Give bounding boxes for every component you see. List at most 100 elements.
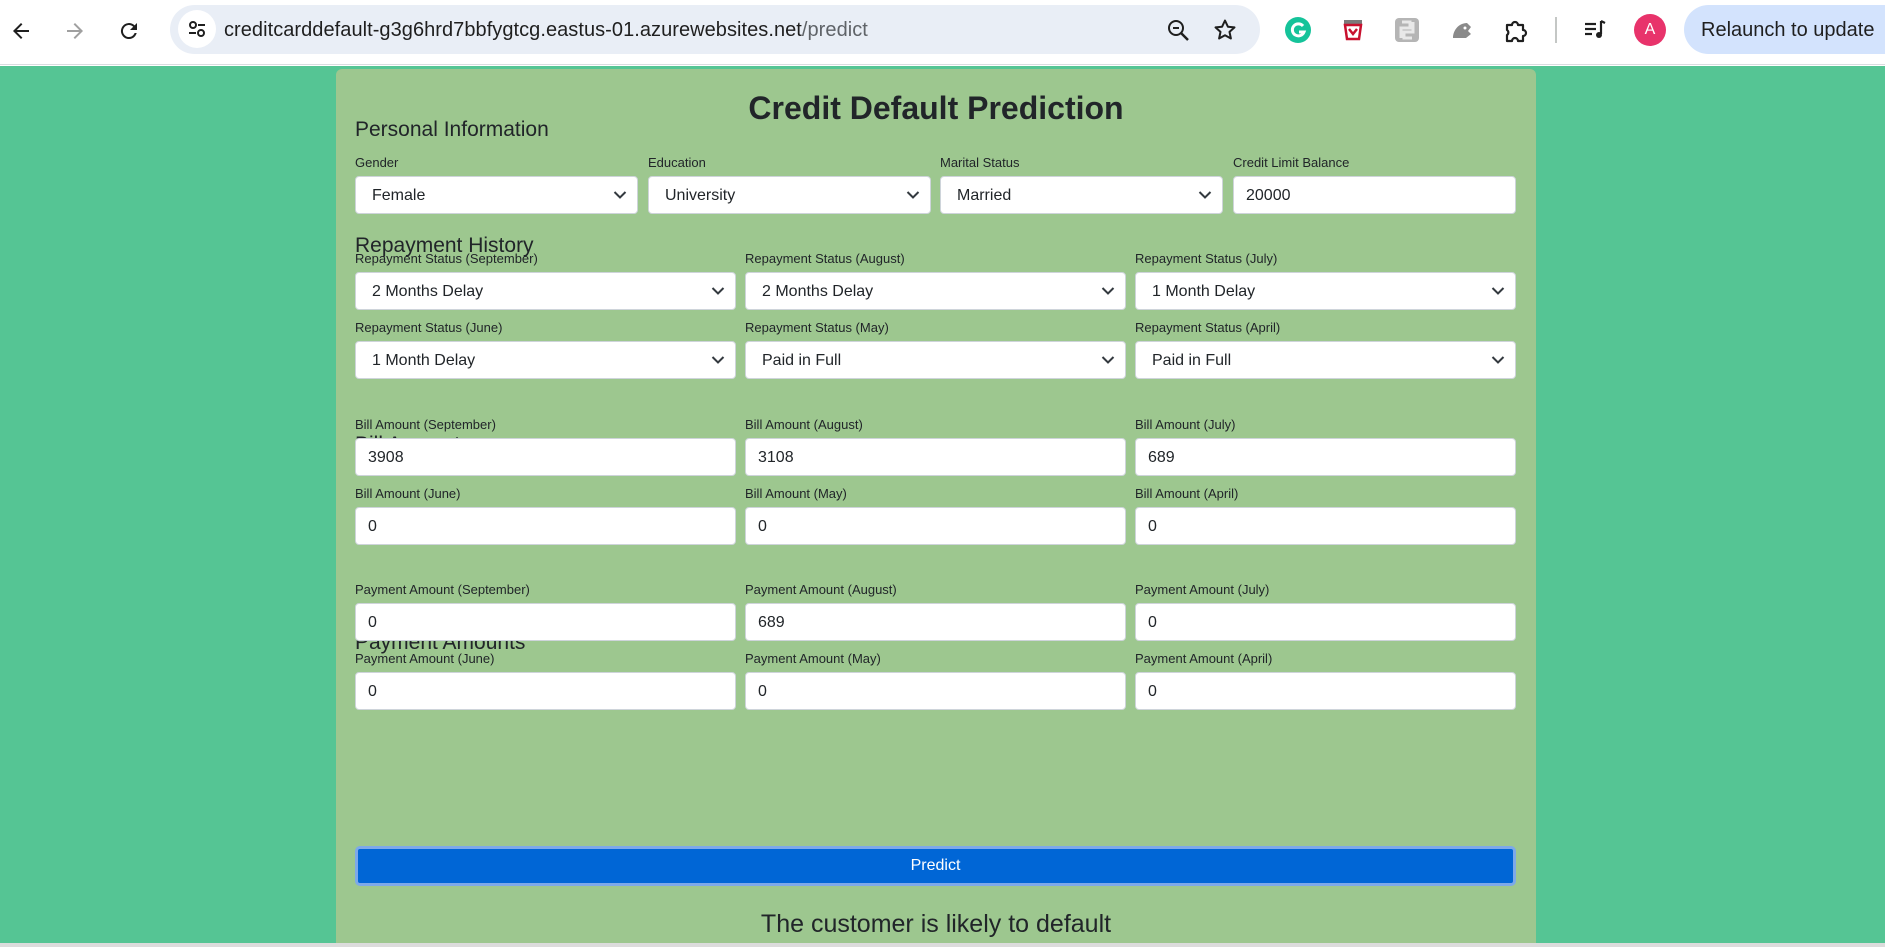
extension-red-icon[interactable] bbox=[1337, 14, 1369, 46]
bill-amount-label: Bill Amount (June) bbox=[355, 486, 461, 501]
payment-amount-input[interactable]: 0 bbox=[355, 603, 736, 641]
browser-toolbar: creditcarddefault-g3g6hrd7bbfygtcg.eastu… bbox=[0, 0, 1885, 65]
bill-amount-label: Bill Amount (September) bbox=[355, 417, 496, 432]
payment-amount-input[interactable]: 0 bbox=[745, 672, 1126, 710]
bill-amount-label: Bill Amount (July) bbox=[1135, 417, 1236, 432]
payment-amount-label: Payment Amount (July) bbox=[1135, 582, 1270, 597]
bill-amount-input[interactable]: 0 bbox=[1135, 507, 1516, 545]
payment-amount-value: 0 bbox=[368, 683, 377, 700]
extensions-puzzle-icon[interactable] bbox=[1500, 14, 1532, 46]
relaunch-button[interactable]: Relaunch to update bbox=[1684, 5, 1885, 54]
bill-amount-input[interactable]: 3908 bbox=[355, 438, 736, 476]
marital-status-label: Marital Status bbox=[940, 155, 1020, 170]
chevron-down-icon bbox=[1101, 355, 1115, 365]
section-personal-heading: Personal Information bbox=[355, 118, 549, 141]
repayment-status-value: 1 Month Delay bbox=[372, 352, 476, 369]
payment-amount-value: 689 bbox=[758, 614, 785, 631]
forward-icon[interactable] bbox=[55, 11, 95, 51]
bill-amount-input[interactable]: 3108 bbox=[745, 438, 1126, 476]
repayment-status-label: Repayment Status (August) bbox=[745, 251, 905, 266]
repayment-status-value: 2 Months Delay bbox=[762, 283, 874, 300]
prediction-result: The customer is likely to default bbox=[760, 910, 1112, 938]
bill-amount-input[interactable]: 0 bbox=[355, 507, 736, 545]
bill-amount-value: 3908 bbox=[368, 449, 404, 466]
credit-limit-label: Credit Limit Balance bbox=[1233, 155, 1350, 170]
education-value: University bbox=[665, 187, 736, 204]
url-text[interactable]: creditcarddefault-g3g6hrd7bbfygtcg.eastu… bbox=[224, 19, 868, 42]
media-queue-icon[interactable] bbox=[1579, 14, 1611, 46]
repayment-status-label: Repayment Status (April) bbox=[1135, 320, 1281, 335]
credit-limit-input[interactable]: 20000 bbox=[1233, 176, 1516, 214]
chevron-down-icon bbox=[711, 355, 725, 365]
repayment-status-select[interactable]: Paid in Full bbox=[745, 341, 1126, 379]
payment-amount-input[interactable]: 0 bbox=[355, 672, 736, 710]
grammarly-icon[interactable] bbox=[1282, 14, 1314, 46]
marital-status-select[interactable]: Married bbox=[940, 176, 1223, 214]
gender-label: Gender bbox=[355, 155, 399, 170]
bill-amount-label: Bill Amount (August) bbox=[745, 417, 863, 432]
repayment-status-label: Repayment Status (September) bbox=[355, 251, 538, 266]
repayment-status-value: Paid in Full bbox=[1152, 352, 1232, 369]
bill-amount-value: 689 bbox=[1148, 449, 1175, 466]
bill-amount-value: 0 bbox=[368, 518, 377, 535]
payment-amount-label: Payment Amount (May) bbox=[745, 651, 881, 666]
payment-amount-input[interactable]: 0 bbox=[1135, 672, 1516, 710]
bill-amount-value: 0 bbox=[758, 518, 767, 535]
bookmark-star-icon[interactable] bbox=[1212, 17, 1238, 43]
education-select[interactable]: University bbox=[648, 176, 931, 214]
repayment-status-select[interactable]: Paid in Full bbox=[1135, 341, 1516, 379]
repayment-status-label: Repayment Status (June) bbox=[355, 320, 503, 335]
toolbar-divider bbox=[1555, 17, 1557, 43]
repayment-status-label: Repayment Status (July) bbox=[1135, 251, 1278, 266]
back-icon[interactable] bbox=[1, 11, 41, 51]
bill-amount-value: 3108 bbox=[758, 449, 794, 466]
chevron-down-icon bbox=[711, 286, 725, 296]
chevron-down-icon bbox=[1101, 286, 1115, 296]
repayment-status-select[interactable]: 2 Months Delay bbox=[745, 272, 1126, 310]
page-background: Credit Default Prediction Personal Infor… bbox=[0, 66, 1885, 943]
payment-amount-label: Payment Amount (June) bbox=[355, 651, 495, 666]
chevron-down-icon bbox=[1491, 355, 1505, 365]
chevron-down-icon bbox=[1491, 286, 1505, 296]
repayment-status-value: Paid in Full bbox=[762, 352, 842, 369]
chevron-down-icon bbox=[906, 190, 920, 200]
payment-amount-value: 0 bbox=[1148, 683, 1157, 700]
bill-amount-value: 0 bbox=[1148, 518, 1157, 535]
repayment-status-value: 1 Month Delay bbox=[1152, 283, 1256, 300]
payment-amount-input[interactable]: 689 bbox=[745, 603, 1126, 641]
profile-avatar[interactable]: A bbox=[1634, 14, 1666, 46]
address-bar[interactable]: creditcarddefault-g3g6hrd7bbfygtcg.eastu… bbox=[170, 5, 1260, 54]
payment-amount-label: Payment Amount (April) bbox=[1135, 651, 1273, 666]
payment-amount-value: 0 bbox=[1148, 614, 1157, 631]
site-info-icon[interactable] bbox=[178, 10, 216, 48]
gender-value: Female bbox=[372, 187, 426, 204]
payment-amount-label: Payment Amount (August) bbox=[745, 582, 897, 597]
bill-amount-label: Bill Amount (April) bbox=[1135, 486, 1239, 501]
extension-gray-icon[interactable] bbox=[1446, 14, 1478, 46]
gender-select[interactable]: Female bbox=[355, 176, 638, 214]
url-path: /predict bbox=[801, 19, 868, 41]
prediction-form-card: Credit Default Prediction Personal Infor… bbox=[336, 69, 1536, 943]
payment-amount-input[interactable]: 0 bbox=[1135, 603, 1516, 641]
url-host: creditcarddefault-g3g6hrd7bbfygtcg.eastu… bbox=[224, 19, 802, 41]
repayment-status-select[interactable]: 1 Month Delay bbox=[1135, 272, 1516, 310]
zoom-icon[interactable] bbox=[1165, 17, 1191, 43]
repayment-status-select[interactable]: 1 Month Delay bbox=[355, 341, 736, 379]
repayment-status-select[interactable]: 2 Months Delay bbox=[355, 272, 736, 310]
predict-button[interactable]: Predict bbox=[355, 846, 1516, 886]
repayment-status-label: Repayment Status (May) bbox=[745, 320, 889, 335]
bill-amount-input[interactable]: 0 bbox=[745, 507, 1126, 545]
extension-python-icon[interactable] bbox=[1391, 14, 1423, 46]
chevron-down-icon bbox=[613, 190, 627, 200]
repayment-status-value: 2 Months Delay bbox=[372, 283, 484, 300]
payment-amount-label: Payment Amount (September) bbox=[355, 582, 530, 597]
chevron-down-icon bbox=[1198, 190, 1212, 200]
marital-status-value: Married bbox=[957, 187, 1012, 204]
payment-amount-value: 0 bbox=[368, 614, 377, 631]
window-bottom-edge bbox=[0, 943, 1885, 947]
payment-amount-value: 0 bbox=[758, 683, 767, 700]
reload-icon[interactable] bbox=[109, 11, 149, 51]
education-label: Education bbox=[648, 155, 706, 170]
bill-amount-input[interactable]: 689 bbox=[1135, 438, 1516, 476]
bill-amount-label: Bill Amount (May) bbox=[745, 486, 847, 501]
